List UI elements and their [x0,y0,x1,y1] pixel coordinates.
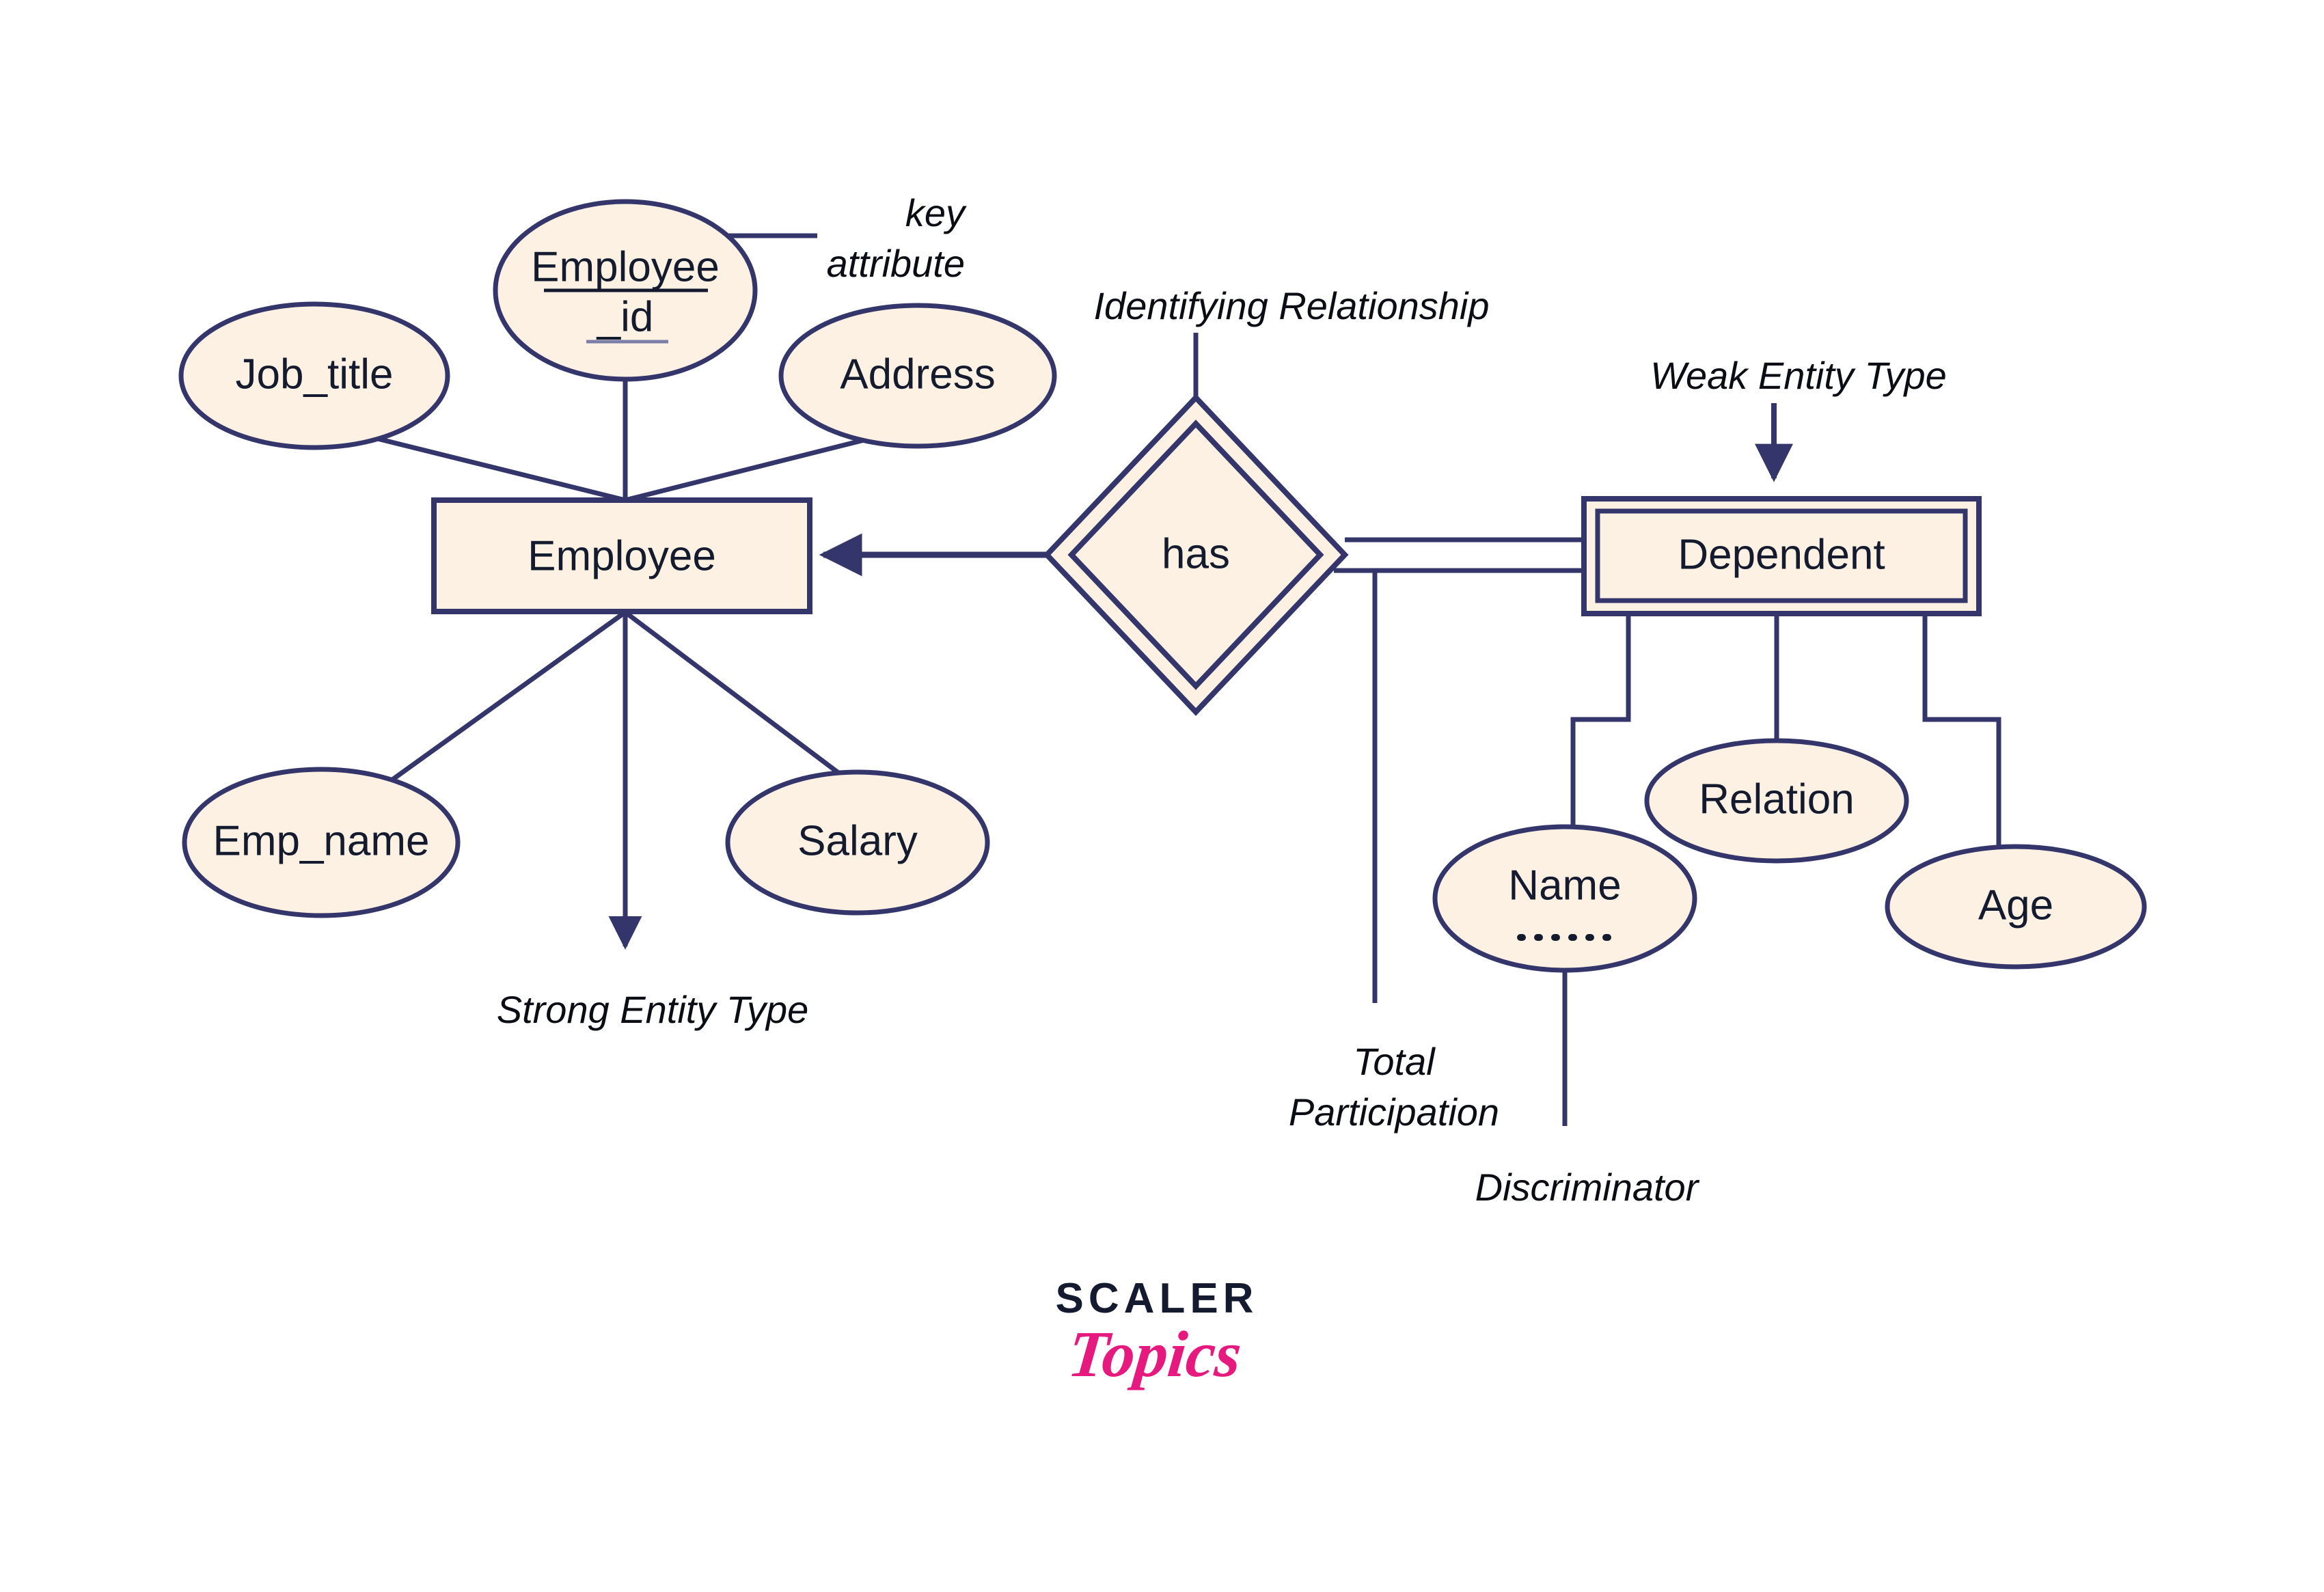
attribute-salary-label: Salary [797,817,918,864]
attribute-emp-name[interactable]: Emp_name [182,767,461,918]
attribute-job-title[interactable]: Job_title [178,301,450,450]
attribute-relation-label: Relation [1699,776,1854,823]
edge-name [1570,612,1631,862]
relationship-has[interactable]: has [1043,394,1349,716]
annotation-strong-entity-type: Strong Entity Type [497,988,809,1031]
annotation-total-participation-line1: Total [1353,1040,1436,1083]
annotation-key-attribute-line1: key [905,191,967,234]
attribute-address-label: Address [840,351,995,398]
attribute-emp-name-label: Emp_name [213,817,429,864]
er-diagram-canvas: Employee _id Job_title Address Emp_name … [0,0,2324,1592]
annotation-total-participation: Total Participation [1289,1040,1499,1134]
relationship-has-label: has [1162,530,1230,577]
annotation-key-attribute-line2: attribute [827,242,965,285]
attribute-name-label: Name [1508,862,1621,909]
attribute-name[interactable]: Name [1432,824,1697,973]
attribute-employee-id-label-line1: Employee [531,243,720,290]
attribute-job-title-label: Job_title [236,351,394,398]
annotation-total-participation-line2: Participation [1289,1090,1499,1134]
total-participation-double-line [1334,537,1584,573]
entity-dependent-label: Dependent [1678,531,1885,578]
attribute-employee-id-label-line2: _id [597,293,654,340]
entity-employee[interactable]: Employee [431,497,812,614]
logo-scaler-text: SCALER [1055,1275,1259,1322]
annotation-weak-entity-type: Weak Entity Type [1650,354,1947,397]
attribute-employee-id[interactable]: Employee _id [493,199,758,382]
annotation-identifying-relationship: Identifying Relationship [1093,284,1489,327]
annotation-discriminator: Discriminator [1475,1166,1700,1209]
logo-topics-text: Topics [1065,1317,1245,1390]
attribute-age-label: Age [1978,881,2053,929]
attribute-address[interactable]: Address [778,303,1057,449]
attribute-salary[interactable]: Salary [725,769,990,916]
scaler-topics-logo: SCALER Topics [1011,1278,1298,1455]
edge-age [1922,612,2001,869]
entity-employee-label: Employee [528,532,716,579]
attribute-relation[interactable]: Relation [1644,738,1909,864]
attribute-age[interactable]: Age [1885,844,2147,970]
annotation-key-attribute: key attribute [827,191,967,285]
edge-emp-name [353,610,627,808]
entity-dependent[interactable]: Dependent [1581,496,1982,616]
edge-job-title [349,429,626,503]
